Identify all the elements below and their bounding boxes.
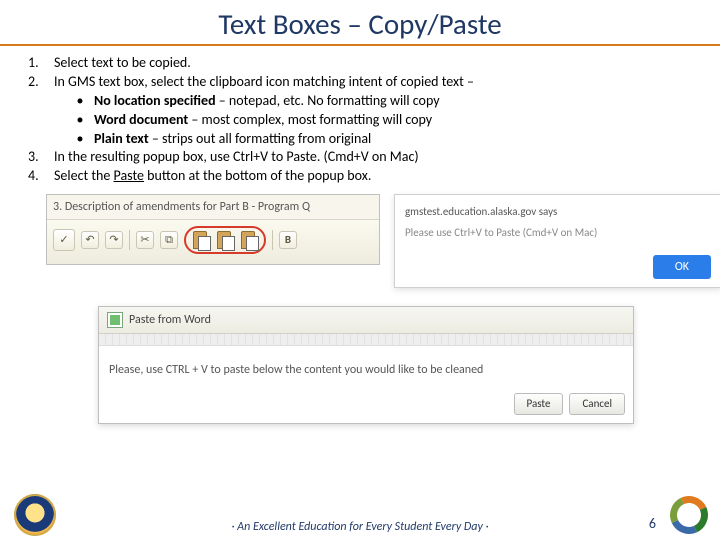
screenshot-paste-dialog: Paste from Word Please, use CTRL + V to …: [98, 306, 634, 424]
separator: [129, 230, 130, 250]
step-text: In GMS text box, select the clipboard ic…: [54, 73, 474, 149]
spellcheck-icon: ✓: [53, 229, 75, 251]
ok-button[interactable]: OK: [653, 255, 711, 279]
step-text: Select text to be copied.: [54, 54, 474, 73]
partner-logo-icon: [670, 496, 708, 534]
screenshot-alert: gmstest.education.alaska.gov says Please…: [394, 194, 720, 288]
dialog-title: Paste from Word: [129, 312, 211, 328]
paste-icon: [190, 229, 212, 251]
separator: [272, 230, 273, 250]
step-number: 4.: [28, 167, 54, 186]
copy-icon: ⧉: [160, 231, 178, 249]
page-number: 6: [649, 515, 656, 532]
bullet: •: [76, 111, 84, 130]
step-number: 1.: [28, 54, 54, 73]
step-text: Select the Paste button at the bottom of…: [54, 167, 474, 186]
screenshot-toolbar: 3. Description of amendments for Part B …: [46, 194, 380, 265]
slide-title: Text Boxes – Copy/Paste: [0, 0, 720, 44]
bullet: •: [76, 92, 84, 111]
cut-icon: ✂: [136, 231, 154, 249]
word-icon: [107, 312, 123, 328]
step-number: 2.: [28, 73, 54, 149]
footer-tagline: · An Excellent Education for Every Stude…: [0, 520, 720, 534]
paste-word-icon: [214, 229, 236, 251]
step-text: In the resulting popup box, use Ctrl+V t…: [54, 148, 474, 167]
title-rule: [0, 44, 720, 46]
cancel-button[interactable]: Cancel: [569, 393, 625, 416]
bold-icon: B: [279, 231, 297, 249]
paste-plaintext-icon: [238, 229, 260, 251]
redo-icon: ↷: [105, 231, 123, 249]
toolbar-caption: 3. Description of amendments for Part B …: [47, 195, 379, 220]
ordered-list: 1. Select text to be copied. 2. In GMS t…: [28, 54, 474, 186]
paste-button[interactable]: Paste: [514, 393, 564, 416]
dialog-body: Please, use CTRL + V to paste below the …: [99, 346, 633, 386]
content-area: 1. Select text to be copied. 2. In GMS t…: [0, 54, 720, 412]
step-number: 3.: [28, 148, 54, 167]
ruler: [99, 334, 633, 346]
bullet: •: [76, 130, 84, 149]
undo-icon: ↶: [81, 231, 99, 249]
alert-origin: gmstest.education.alaska.gov says: [405, 205, 711, 220]
paste-icons-highlight: [184, 226, 266, 254]
alert-text: Please use Ctrl+V to Paste (Cmd+V on Mac…: [405, 226, 711, 241]
